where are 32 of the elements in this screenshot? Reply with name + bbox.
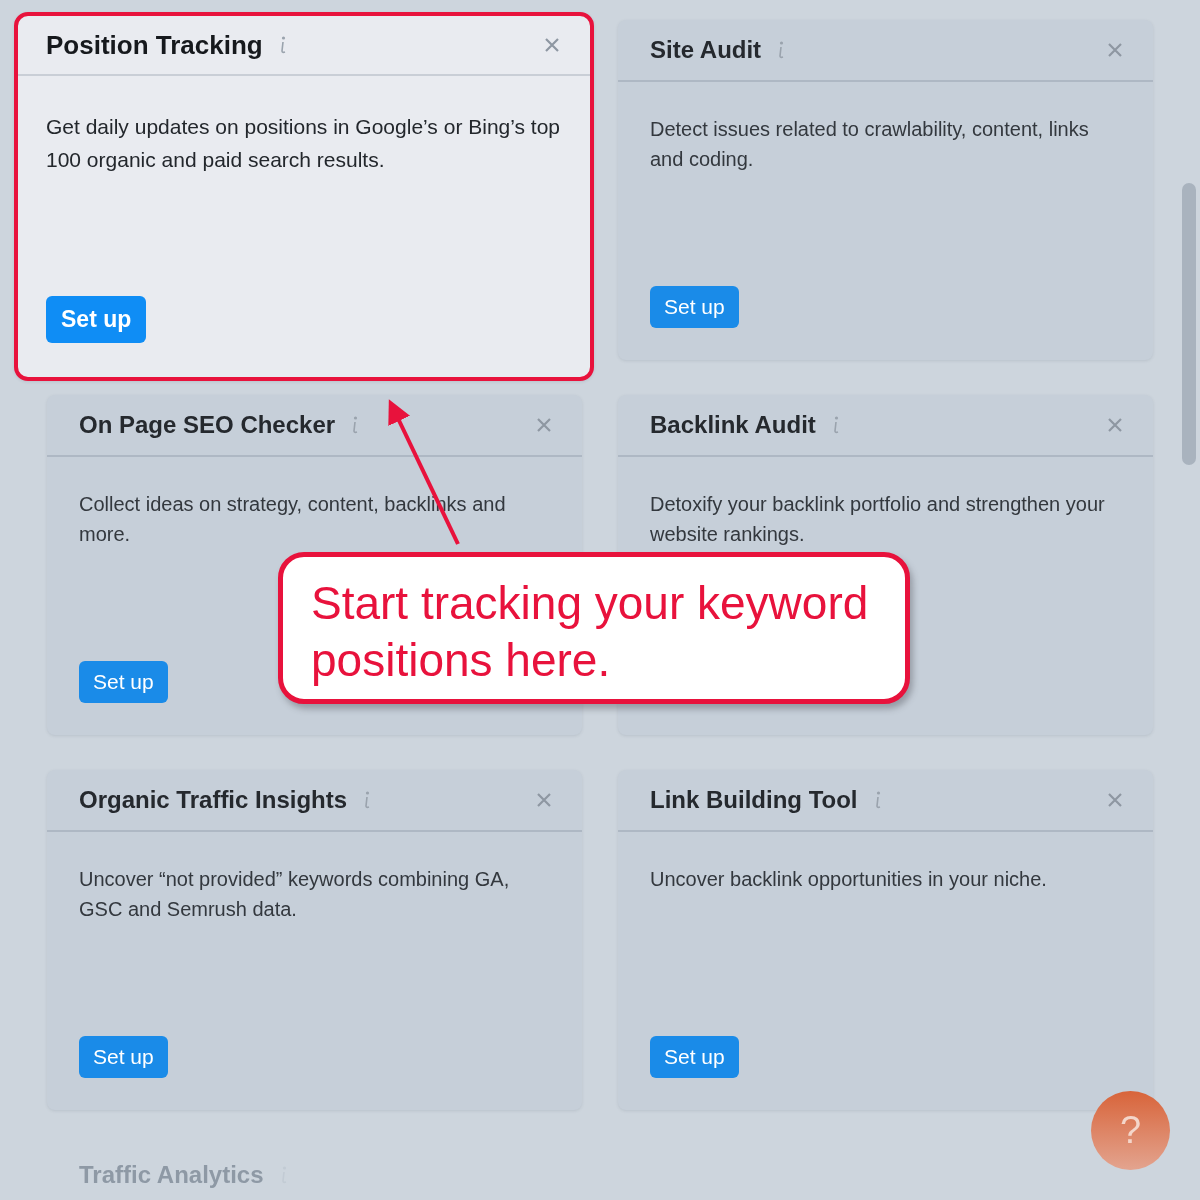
close-icon[interactable] — [544, 37, 560, 53]
set-up-button[interactable]: Set up — [650, 286, 739, 328]
info-icon[interactable] — [777, 40, 786, 60]
close-icon[interactable] — [1107, 417, 1123, 433]
close-icon[interactable] — [1107, 792, 1123, 808]
info-icon[interactable] — [278, 35, 287, 55]
close-icon[interactable] — [536, 417, 552, 433]
card-title: On Page SEO Checker — [79, 411, 336, 439]
set-up-button[interactable]: Set up — [46, 296, 147, 343]
card-description: Uncover backlink opportunities in your niche. — [650, 867, 1048, 892]
card-description: Uncover “not provided” keywords combining GA, GSC and Semrush data. — [79, 867, 511, 922]
card-title: Backlink Audit — [650, 411, 816, 439]
card-title: Organic Traffic Insights — [79, 786, 348, 814]
card-title: Site Audit — [650, 36, 762, 64]
set-up-button[interactable]: Set up — [79, 661, 168, 703]
info-icon[interactable] — [363, 790, 372, 810]
scrollbar-thumb[interactable] — [1182, 183, 1196, 465]
help-button[interactable]: ? — [1091, 1091, 1170, 1170]
set-up-button[interactable]: Set up — [79, 1036, 168, 1078]
card-title: Position Tracking — [46, 29, 263, 61]
callout-text: Start tracking your keyword positions here. — [311, 577, 869, 686]
card-description: Detect issues related to crawlability, content, links and coding. — [650, 117, 1090, 172]
info-icon[interactable] — [873, 790, 882, 810]
card-description: Detoxify your backlink portfolio and strengthen your website rankings. — [650, 492, 1106, 547]
card-title: Traffic Analytics — [79, 1161, 264, 1189]
set-up-button[interactable]: Set up — [650, 1036, 739, 1078]
card-title: Link Building Tool — [650, 786, 858, 814]
close-icon[interactable] — [1107, 42, 1123, 58]
info-icon[interactable] — [831, 415, 840, 435]
close-icon[interactable] — [536, 792, 552, 808]
info-icon[interactable] — [351, 415, 360, 435]
card-description: Get daily updates on positions in Google’s or Bing’s top 100 organic and paid search results. — [46, 114, 562, 173]
